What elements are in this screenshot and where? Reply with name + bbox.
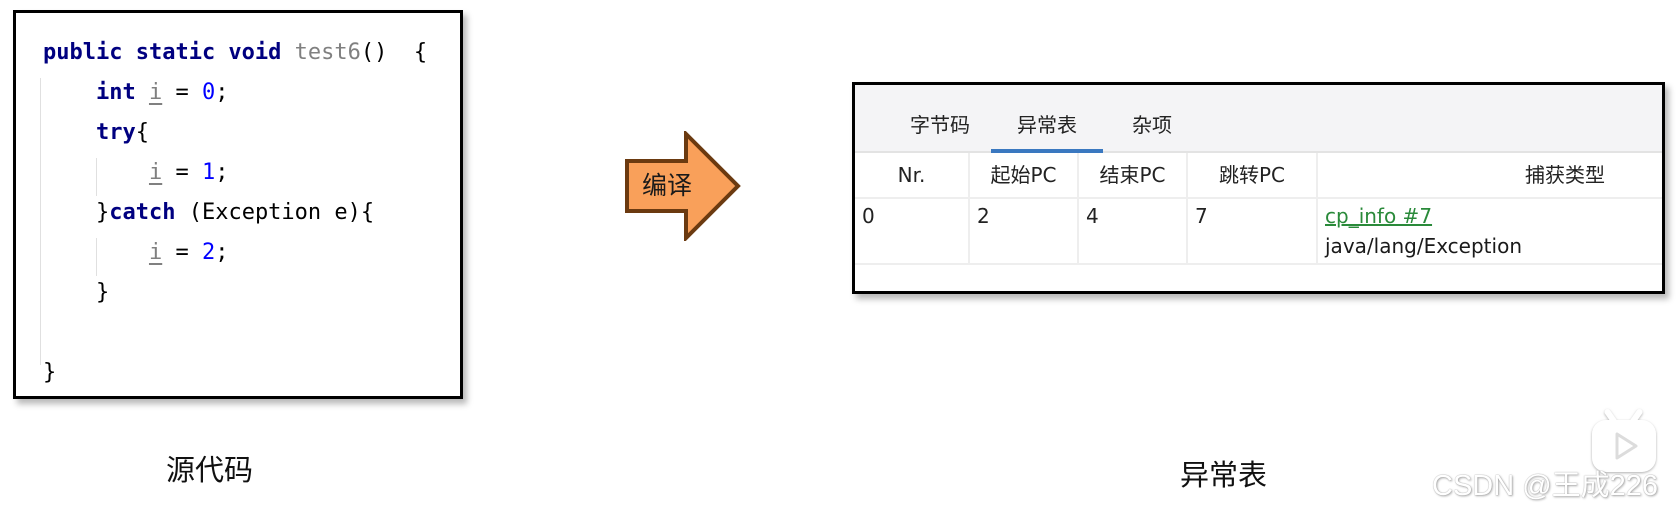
code-lines: public static void test6() { int i = 0; … — [43, 33, 460, 393]
column-header-catch-type[interactable]: 捕获类型 — [1318, 153, 1662, 197]
code-line: i = 1; — [43, 153, 460, 193]
table-header-row: Nr. 起始PC 结束PC 跳转PC 捕获类型 — [855, 153, 1662, 199]
code-text: } — [43, 200, 110, 225]
tab-bytecode[interactable]: 字节码 — [895, 107, 985, 151]
tab-misc[interactable]: 杂项 — [1117, 107, 1187, 151]
code-text: = — [162, 160, 202, 185]
cell-start-pc: 2 — [970, 199, 1079, 263]
code-line: } — [43, 273, 460, 313]
cell-nr: 0 — [855, 199, 970, 263]
code-line: public static void test6() { — [43, 33, 460, 73]
code-text: (Exception e){ — [175, 200, 375, 225]
code-keyword: catch — [109, 200, 176, 225]
cell-end-pc: 4 — [1079, 199, 1188, 263]
code-variable: i — [148, 80, 163, 105]
cell-handler-pc: 7 — [1188, 199, 1318, 263]
code-text: } — [43, 360, 57, 385]
code-line: } — [43, 353, 460, 393]
code-keyword: int — [95, 80, 149, 105]
table-row[interactable]: 0 2 4 7 cp_info #7 java/lang/Exception — [855, 199, 1662, 265]
code-text: () { — [360, 40, 428, 65]
code-text: ; — [215, 240, 229, 265]
code-keyword: public static void — [43, 40, 295, 65]
exception-table-panel: 字节码 异常表 杂项 Nr. 起始PC 结束PC 跳转PC 捕获类型 0 2 4… — [852, 82, 1665, 294]
cell-catch-type: cp_info #7 java/lang/Exception — [1318, 199, 1662, 263]
tab-exception-table[interactable]: 异常表 — [991, 107, 1103, 153]
source-code-panel: public static void test6() { int i = 0; … — [13, 10, 463, 399]
indent-guide — [40, 78, 41, 365]
exception-table-caption: 异常表 — [1180, 458, 1268, 492]
column-header-start-pc[interactable]: 起始PC — [970, 153, 1079, 197]
code-line: }catch (Exception e){ — [43, 193, 460, 233]
code-line: i = 2; — [43, 233, 460, 273]
code-keyword: try — [95, 120, 136, 145]
code-method-name: test6 — [294, 40, 361, 65]
code-number: 0 — [201, 80, 216, 105]
code-number: 1 — [201, 160, 216, 185]
code-line: int i = 0; — [43, 73, 460, 113]
code-text: ; — [215, 160, 229, 185]
code-text: = — [162, 240, 202, 265]
code-variable: i — [148, 240, 163, 265]
code-number: 2 — [201, 240, 216, 265]
cp-info-link[interactable]: cp_info #7 — [1325, 203, 1662, 229]
watermark-text: CSDN @王成226 — [1432, 470, 1659, 502]
compile-arrow-label: 编译 — [642, 171, 693, 200]
code-text: = — [162, 80, 202, 105]
code-variable: i — [148, 160, 163, 185]
exception-table: Nr. 起始PC 结束PC 跳转PC 捕获类型 0 2 4 7 cp_info … — [855, 153, 1662, 265]
code-text: { — [135, 120, 149, 145]
column-header-handler-pc[interactable]: 跳转PC — [1188, 153, 1318, 197]
code-text: } — [43, 280, 110, 305]
code-text: ; — [215, 80, 229, 105]
column-header-end-pc[interactable]: 结束PC — [1079, 153, 1188, 197]
column-header-nr[interactable]: Nr. — [855, 153, 970, 197]
source-code-caption: 源代码 — [166, 453, 254, 487]
code-line: try{ — [43, 113, 460, 153]
tab-bar: 字节码 异常表 杂项 — [855, 85, 1662, 153]
catch-type-name: java/lang/Exception — [1325, 234, 1522, 258]
